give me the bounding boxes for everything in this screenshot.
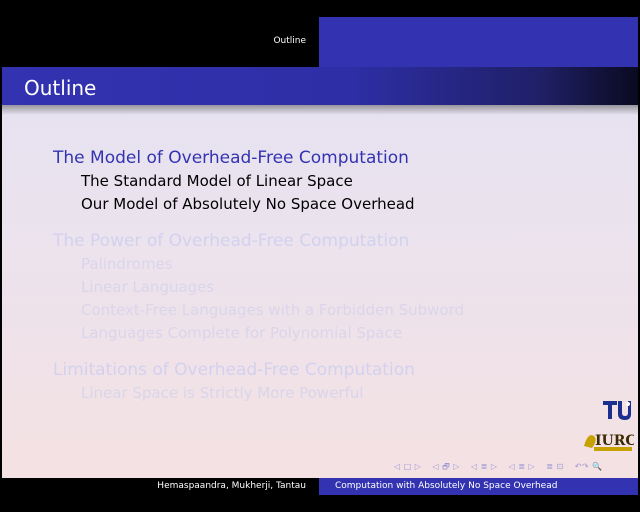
toc-subsection[interactable]: Palindromes xyxy=(81,254,464,274)
toc-section-title[interactable]: The Power of Overhead-Free Computation xyxy=(53,231,464,251)
title-shadow xyxy=(2,105,638,115)
nav-subsection2-controls[interactable]: ◁ ≣ ▷ xyxy=(509,462,536,471)
navigation-bar: ◁ □ ▷ ◁ 🗗 ▷ ◁ ≣ ▷ ◁ ≣ ▷ ≣ ⊡ ↶↷ 🔍 xyxy=(394,461,611,475)
headline-left xyxy=(2,17,319,67)
toc-subsection[interactable]: Languages Complete for Polynomial Space xyxy=(81,323,464,343)
footline: Hemaspaandra, Mukherji, Tantau Computati… xyxy=(2,478,638,495)
frame-title: Outline xyxy=(24,76,97,100)
toc-section-1: The Model of Overhead-Free Computation T… xyxy=(53,148,464,214)
toc-subsection[interactable]: Linear Languages xyxy=(81,277,464,297)
table-of-contents: The Model of Overhead-Free Computation T… xyxy=(53,148,464,420)
nav-subsection-controls[interactable]: ◁ 🗗 ▷ xyxy=(433,462,460,471)
slide: Outline Outline The Model of Overhead-Fr… xyxy=(2,17,638,495)
footer-authors: Hemaspaandra, Mukherji, Tantau xyxy=(157,481,306,491)
iurcs-logo-text: IURCS xyxy=(595,433,634,449)
toc-section-title[interactable]: The Model of Overhead-Free Computation xyxy=(53,148,464,168)
headline-bar: Outline xyxy=(2,17,638,67)
toc-subsection[interactable]: Context-Free Languages with a Forbidden … xyxy=(81,300,464,320)
headline-right xyxy=(319,17,638,67)
footer-title: Computation with Absolutely No Space Ove… xyxy=(335,481,558,491)
toc-subsection[interactable]: The Standard Model of Linear Space xyxy=(81,171,464,191)
nav-section-controls[interactable]: ◁ ≣ ▷ xyxy=(471,462,498,471)
headline-section-link[interactable]: Outline xyxy=(273,36,306,46)
toc-section-2: The Power of Overhead-Free Computation P… xyxy=(53,231,464,343)
tu-logo-icon xyxy=(603,401,631,420)
toc-subsection[interactable]: Linear Space is Strictly More Powerful xyxy=(81,383,464,403)
toc-subsection[interactable]: Our Model of Absolutely No Space Overhea… xyxy=(81,194,464,214)
toc-section-title[interactable]: Limitations of Overhead-Free Computation xyxy=(53,360,464,380)
nav-search-controls[interactable]: ↶↷ 🔍 xyxy=(575,462,603,471)
frame-title-bar: Outline xyxy=(2,67,638,105)
nav-doc-controls[interactable]: ≣ ⊡ xyxy=(546,462,563,471)
nav-frame-controls[interactable]: ◁ □ ▷ xyxy=(394,462,421,471)
toc-section-3: Limitations of Overhead-Free Computation… xyxy=(53,360,464,403)
iurcs-logo-icon: IURCS xyxy=(584,433,634,451)
